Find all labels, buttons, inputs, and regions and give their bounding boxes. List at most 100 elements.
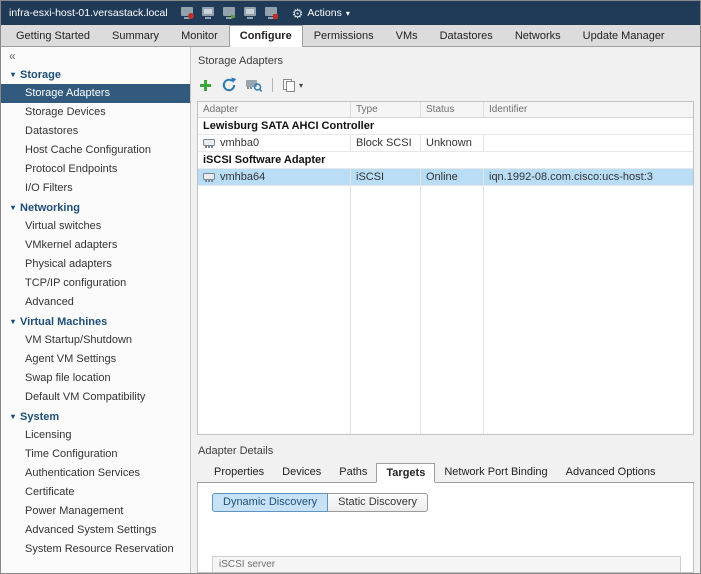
static-discovery-button[interactable]: Static Discovery	[328, 493, 428, 512]
sidebar-item-storage-devices[interactable]: Storage Devices	[1, 103, 190, 122]
object-tab-bar: Getting Started Summary Monitor Configur…	[1, 25, 700, 47]
sidebar-item-protocol-endpoints[interactable]: Protocol Endpoints	[1, 160, 190, 179]
sidebar-item-default-vm-compatibility[interactable]: Default VM Compatibility	[1, 388, 190, 407]
sidebar-item-host-cache-configuration[interactable]: Host Cache Configuration	[1, 141, 190, 160]
sidebar-item-time-configuration[interactable]: Time Configuration	[1, 445, 190, 464]
adapter-identifier: iqn.1992-08.com.cisco:ucs-host:3	[489, 171, 653, 183]
sidebar-section-storage[interactable]: ▾ Storage	[1, 65, 190, 84]
add-adapter-icon[interactable]	[198, 78, 213, 93]
tab-vms[interactable]: VMs	[385, 25, 429, 46]
storage-adapter-icon	[203, 138, 216, 149]
sidebar-item-datastores[interactable]: Datastores	[1, 122, 190, 141]
tab-update-manager[interactable]: Update Manager	[572, 25, 676, 46]
main-panel: Storage Adapters ▾ Adapter Type Status I…	[191, 47, 700, 573]
adapter-status: Unknown	[421, 135, 484, 151]
details-tab-devices[interactable]: Devices	[273, 463, 330, 482]
sidebar-section-networking[interactable]: ▾ Networking	[1, 198, 190, 217]
host-action-icon-2[interactable]	[201, 6, 217, 21]
adapter-name: vmhba64	[220, 171, 266, 183]
host-action-icon-4[interactable]	[243, 6, 259, 21]
adapter-type: Block SCSI	[351, 135, 421, 151]
tab-configure[interactable]: Configure	[228, 25, 303, 47]
sidebar-item-licensing[interactable]: Licensing	[1, 426, 190, 445]
details-tab-advanced-options[interactable]: Advanced Options	[557, 463, 665, 482]
top-navigation-bar: infra-esxi-host-01.versastack.local ⚙ Ac…	[1, 1, 700, 25]
host-action-icon-5[interactable]	[264, 6, 280, 21]
table-header-row: Adapter Type Status Identifier	[198, 102, 693, 118]
adapter-name: vmhba0	[220, 137, 260, 149]
host-action-toolbar	[180, 6, 280, 21]
sidebar-item-storage-adapters[interactable]: Storage Adapters	[1, 84, 190, 103]
details-tab-targets[interactable]: Targets	[376, 463, 436, 483]
host-name: infra-esxi-host-01.versastack.local	[9, 7, 168, 19]
sidebar-item-swap-file-location[interactable]: Swap file location	[1, 369, 190, 388]
rescan-adapters-icon[interactable]	[245, 77, 263, 93]
sidebar-item-vm-startup-shutdown[interactable]: VM Startup/Shutdown	[1, 331, 190, 350]
sidebar-item-virtual-switches[interactable]: Virtual switches	[1, 217, 190, 236]
column-header-adapter[interactable]: Adapter	[198, 102, 351, 117]
host-action-icon-1[interactable]	[180, 6, 196, 21]
sidebar-item-agent-vm-settings[interactable]: Agent VM Settings	[1, 350, 190, 369]
sidebar-section-label: Storage	[20, 68, 61, 81]
tab-datastores[interactable]: Datastores	[429, 25, 504, 46]
adapter-details-panel: Properties Devices Paths Targets Network…	[197, 463, 694, 573]
discovery-mode-toggle: Dynamic Discovery Static Discovery	[212, 493, 428, 512]
adapter-group-label: iSCSI Software Adapter	[203, 154, 326, 166]
adapter-details-title: Adapter Details	[198, 445, 274, 457]
actions-menu[interactable]: ⚙ Actions ▾	[292, 7, 350, 20]
details-tab-network-port-binding[interactable]: Network Port Binding	[435, 463, 556, 482]
content-area: « ▾ Storage Storage Adapters Storage Dev…	[1, 47, 700, 573]
refresh-icon[interactable]	[221, 77, 237, 93]
sidebar-section-label: System	[20, 410, 60, 423]
adapter-row-vmhba0[interactable]: vmhba0 Block SCSI Unknown	[198, 135, 693, 152]
gear-icon: ⚙	[291, 5, 304, 21]
chevron-down-icon: ▾	[11, 317, 16, 326]
storage-adapters-table: Adapter Type Status Identifier Lewisburg…	[197, 101, 694, 435]
adapter-group-row-sata: Lewisburg SATA AHCI Controller	[198, 118, 693, 135]
column-header-type[interactable]: Type	[351, 102, 421, 117]
sidebar-item-authentication-services[interactable]: Authentication Services	[1, 464, 190, 483]
details-tab-properties[interactable]: Properties	[205, 463, 273, 482]
sidebar-item-physical-adapters[interactable]: Physical adapters	[1, 255, 190, 274]
sidebar-section-virtual-machines[interactable]: ▾ Virtual Machines	[1, 312, 190, 331]
iscsi-server-column-header: iSCSI server	[212, 556, 681, 572]
sidebar-section-system[interactable]: ▾ System	[1, 407, 190, 426]
adapter-name-cell: vmhba64	[198, 169, 351, 185]
vsphere-web-client-window: infra-esxi-host-01.versastack.local ⚙ Ac…	[0, 0, 701, 574]
actions-menu-label: Actions	[307, 7, 342, 19]
toolbar-separator	[272, 78, 273, 92]
sidebar-item-power-management[interactable]: Power Management	[1, 502, 190, 521]
column-header-status[interactable]: Status	[421, 102, 484, 117]
column-header-identifier[interactable]: Identifier	[484, 102, 693, 117]
sidebar-item-certificate[interactable]: Certificate	[1, 483, 190, 502]
sidebar-item-vmkernel-adapters[interactable]: VMkernel adapters	[1, 236, 190, 255]
chevron-down-icon: ▾	[11, 70, 16, 79]
adapter-identifier	[484, 135, 693, 151]
tab-summary[interactable]: Summary	[101, 25, 170, 46]
copy-icon[interactable]: ▾	[282, 78, 303, 93]
adapter-row-vmhba64[interactable]: vmhba64 iSCSI Online iqn.1992-08.com.cis…	[198, 169, 693, 186]
sidebar-item-advanced-system-settings[interactable]: Advanced System Settings	[1, 521, 190, 540]
adapter-status: Online	[421, 169, 484, 185]
tab-getting-started[interactable]: Getting Started	[5, 25, 101, 46]
adapter-group-row-iscsi: iSCSI Software Adapter	[198, 152, 693, 169]
tab-monitor[interactable]: Monitor	[170, 25, 229, 46]
sidebar-item-tcpip-configuration[interactable]: TCP/IP configuration	[1, 274, 190, 293]
storage-adapter-icon	[203, 172, 216, 183]
sidebar-item-system-resource-reservation[interactable]: System Resource Reservation	[1, 540, 190, 559]
storage-adapters-toolbar: ▾	[198, 75, 694, 95]
adapter-details-tab-bar: Properties Devices Paths Targets Network…	[197, 463, 694, 483]
adapter-name-cell: vmhba0	[198, 135, 351, 151]
dynamic-discovery-button[interactable]: Dynamic Discovery	[212, 493, 329, 512]
host-action-icon-3[interactable]	[222, 6, 238, 21]
sidebar-collapse-button[interactable]: «	[1, 49, 190, 65]
details-tab-paths[interactable]: Paths	[330, 463, 376, 482]
page-title: Storage Adapters	[198, 55, 284, 67]
tab-networks[interactable]: Networks	[504, 25, 572, 46]
tab-permissions[interactable]: Permissions	[303, 25, 385, 46]
sidebar-item-advanced[interactable]: Advanced	[1, 293, 190, 312]
adapter-group-label: Lewisburg SATA AHCI Controller	[203, 120, 375, 132]
sidebar-item-io-filters[interactable]: I/O Filters	[1, 179, 190, 198]
adapter-type: iSCSI	[351, 169, 421, 185]
chevron-down-icon: ▾	[11, 203, 16, 212]
